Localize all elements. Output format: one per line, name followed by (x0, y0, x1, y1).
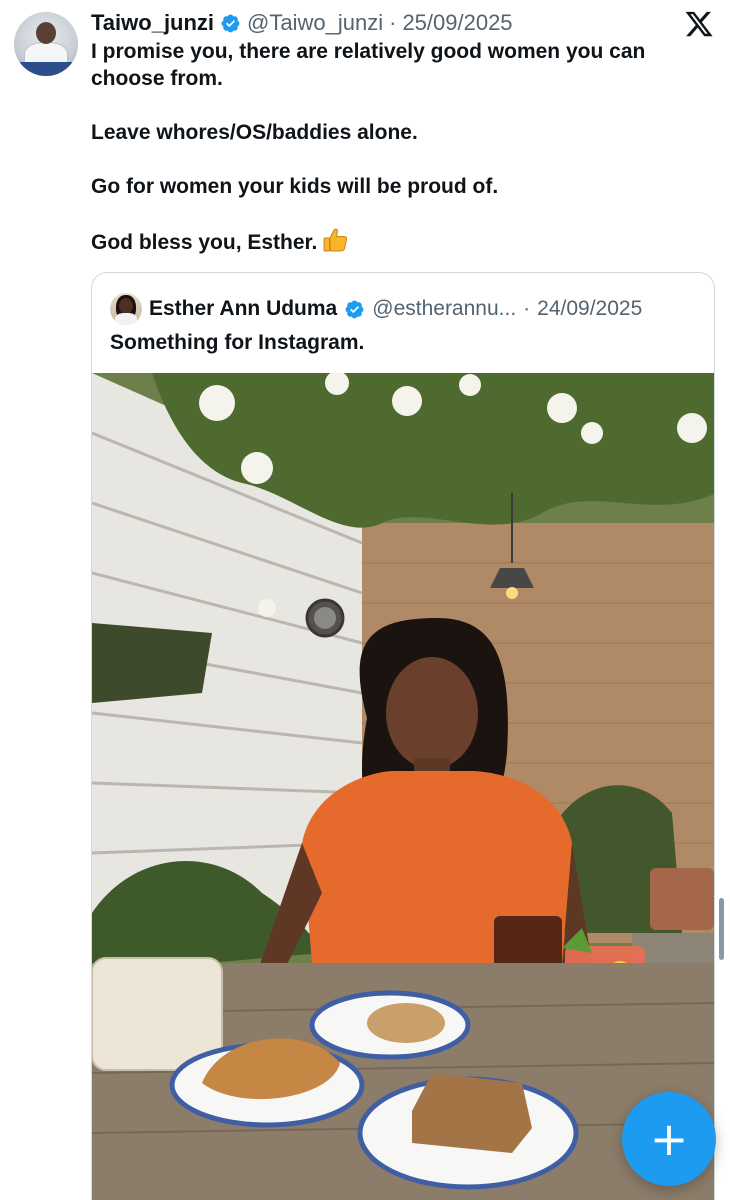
compose-button[interactable]: + (622, 1092, 716, 1186)
author-handle[interactable]: @Taiwo_junzi (247, 10, 383, 36)
author-name[interactable]: Taiwo_junzi (91, 10, 214, 36)
quoted-header-separator: · (523, 297, 531, 320)
tweet-text: I promise you, there are relatively good… (91, 38, 701, 256)
verified-badge-icon (221, 14, 240, 32)
avatar-face (36, 22, 56, 44)
tweet-line-4-text: God bless you, Esther. (91, 231, 318, 254)
avatar-base (20, 62, 72, 76)
quoted-tweet-card[interactable]: Esther Ann Uduma @estherannu... · 24/09/… (91, 272, 715, 1200)
quoted-author-avatar[interactable] (110, 293, 142, 325)
tweet-date[interactable]: 25/09/2025 (402, 10, 512, 36)
quoted-author-name[interactable]: Esther Ann Uduma (149, 297, 337, 321)
quoted-tweet-date[interactable]: 24/09/2025 (537, 297, 642, 321)
verified-badge-icon (345, 300, 364, 318)
header-separator: · (389, 10, 397, 35)
tweet-line-3: Go for women your kids will be proud of. (91, 175, 499, 198)
x-logo-icon[interactable] (684, 9, 714, 39)
plus-icon: + (649, 1112, 689, 1166)
tweet-line-1: I promise you, there are relatively good… (91, 40, 646, 90)
author-avatar[interactable] (14, 12, 78, 76)
tweet-line-2: Leave whores/OS/baddies alone. (91, 121, 418, 144)
quoted-tweet-text: Something for Instagram. (110, 331, 365, 354)
tweet-line-4: God bless you, Esther. (91, 227, 701, 256)
scrollbar-thumb[interactable] (719, 898, 724, 960)
quoted-tweet-header: Esther Ann Uduma @estherannu... · 24/09/… (110, 293, 642, 325)
quoted-tweet-photo[interactable] (92, 373, 715, 1200)
tweet-header: Taiwo_junzi @Taiwo_junzi · 25/09/2025 (91, 9, 513, 37)
quoted-author-handle[interactable]: @estherannu... (372, 297, 516, 321)
thumbs-up-icon (323, 228, 348, 252)
